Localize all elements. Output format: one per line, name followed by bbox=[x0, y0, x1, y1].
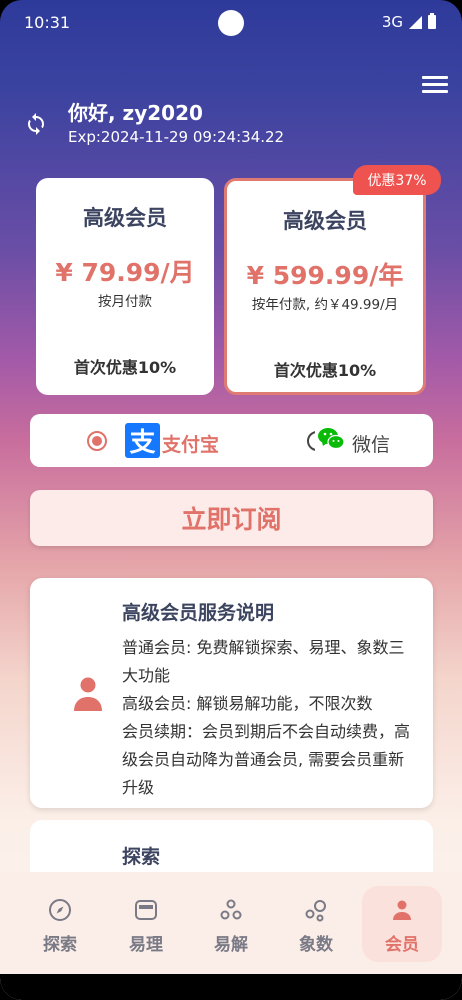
plan-price: ¥ 79.99/月 bbox=[55, 258, 195, 287]
battery-icon bbox=[428, 13, 436, 29]
system-nav-bar bbox=[0, 974, 462, 1000]
refresh-icon[interactable] bbox=[24, 112, 48, 136]
discount-badge: 优惠37% bbox=[353, 165, 441, 195]
nav-item-xiangshu[interactable]: 象数 bbox=[276, 872, 356, 974]
info-title: 探索 bbox=[122, 846, 161, 868]
service-info-card: 高级会员服务说明 普通会员: 免费解锁探索、易理、象数三大功能 高级会员: 解锁… bbox=[30, 578, 433, 808]
nav-item-explore[interactable]: 探索 bbox=[20, 872, 100, 974]
bubbles-icon bbox=[305, 900, 326, 922]
nav-label: 易理 bbox=[129, 935, 163, 955]
nav-label: 会员 bbox=[385, 935, 419, 955]
card-icon bbox=[135, 900, 157, 920]
plan-card-yearly[interactable]: 高级会员 ¥ 599.99/年 按年付款, 约￥49.99/月 首次优惠10% bbox=[224, 178, 426, 395]
status-bar: 10:31 3G bbox=[0, 0, 462, 46]
plan-title: 高级会员 bbox=[83, 206, 167, 230]
bottom-nav: 探索 易理 易解 象数 会员 bbox=[0, 872, 462, 974]
info-body: 普通会员: 免费解锁探索、易理、象数三大功能 高级会员: 解锁易解功能，不限次数… bbox=[122, 634, 417, 802]
person-icon bbox=[393, 900, 411, 920]
wechat-label[interactable]: 微信 bbox=[352, 430, 390, 457]
plan-subtitle: 按月付款 bbox=[98, 294, 152, 310]
alipay-label[interactable]: 支付宝 bbox=[162, 430, 219, 457]
menu-icon[interactable] bbox=[422, 76, 448, 96]
status-icons: 3G bbox=[382, 13, 436, 31]
expiry-text: Exp:2024-11-29 09:24:34.22 bbox=[68, 128, 285, 146]
camera-cutout bbox=[218, 10, 244, 36]
subscribe-button[interactable]: 立即订阅 bbox=[30, 490, 433, 546]
info-line: 会员续期：会员到期后不会自动续费，高级会员自动降为普通会员, 需要会员重新升级 bbox=[122, 722, 411, 797]
nav-item-member[interactable]: 会员 bbox=[362, 886, 442, 962]
nav-label: 易解 bbox=[214, 935, 248, 955]
info-title: 高级会员服务说明 bbox=[122, 602, 275, 624]
user-icon bbox=[74, 677, 102, 711]
nav-item-yijie[interactable]: 易解 bbox=[191, 872, 271, 974]
nav-label: 探索 bbox=[43, 935, 77, 955]
plan-discount: 首次优惠10% bbox=[73, 358, 177, 377]
wechat-icon[interactable] bbox=[315, 423, 347, 455]
plan-card-monthly[interactable]: 高级会员 ¥ 79.99/月 按月付款 首次优惠10% bbox=[36, 178, 214, 395]
dots-icon bbox=[220, 899, 242, 920]
nav-item-yili[interactable]: 易理 bbox=[106, 872, 186, 974]
signal-icon bbox=[409, 15, 422, 29]
plan-subtitle: 按年付款, 约￥49.99/月 bbox=[251, 297, 399, 313]
compass-icon bbox=[49, 899, 71, 921]
nav-label: 象数 bbox=[299, 935, 333, 955]
app-screen: 10:31 3G 你好, zy2020 Exp:2024-11-29 09:24… bbox=[0, 0, 462, 1000]
greeting-text: 你好, zy2020 bbox=[68, 101, 203, 125]
alipay-icon[interactable]: 支 bbox=[125, 423, 160, 458]
status-time: 10:31 bbox=[24, 13, 71, 32]
info-line: 高级会员: 解锁易解功能，不限次数 bbox=[122, 694, 373, 713]
info-line: 普通会员: 免费解锁探索、易理、象数三大功能 bbox=[122, 638, 405, 685]
alipay-radio[interactable] bbox=[87, 431, 107, 451]
plan-title: 高级会员 bbox=[283, 209, 367, 233]
plan-discount: 首次优惠10% bbox=[273, 361, 377, 380]
network-label: 3G bbox=[381, 13, 403, 31]
plan-price: ¥ 599.99/年 bbox=[246, 261, 404, 290]
